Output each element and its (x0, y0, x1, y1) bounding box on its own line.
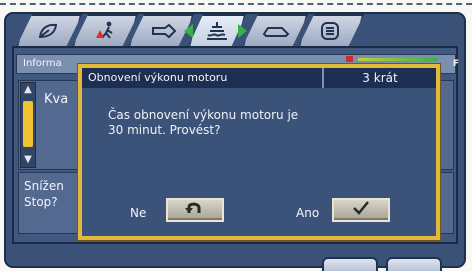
side-label: F (452, 59, 460, 69)
pedestrian-icon (92, 19, 120, 43)
left-arrow-icon[interactable] (184, 24, 193, 38)
undo-icon (184, 200, 206, 220)
list-item-text[interactable]: Kva (44, 92, 68, 107)
dialog-count: 3 krát (324, 68, 436, 88)
check-icon (351, 200, 371, 220)
bottom-confirm-button[interactable] (386, 257, 442, 271)
lower-text-line1: Snížen (24, 179, 64, 193)
dialog-message: Čas obnovení výkonu motoru je 30 minut. … (108, 108, 298, 138)
engine-service-icon (203, 19, 231, 43)
bottom-undo-button[interactable] (322, 257, 378, 271)
right-arrow-icon[interactable] (238, 24, 247, 38)
scroll-up-icon[interactable]: ▲ (22, 84, 34, 96)
status-indicator-bar (358, 58, 438, 61)
no-label: Ne (130, 206, 147, 220)
dialog-message-line2: 30 minut. Provést? (108, 123, 221, 137)
yes-button[interactable] (332, 198, 390, 222)
lower-text: Snížen Stop? (24, 178, 64, 210)
scrollbar[interactable]: ▲ ▼ (20, 82, 36, 168)
car-icon (262, 19, 290, 43)
scroll-down-icon[interactable]: ▼ (22, 154, 34, 166)
leaf-icon (34, 19, 62, 43)
dialog-message-line1: Čas obnovení výkonu motoru je (108, 108, 299, 122)
lower-text-line2: Stop? (24, 195, 58, 209)
no-button[interactable] (166, 198, 224, 222)
dialog-title: Obnovení výkonu motoru (82, 68, 324, 88)
list-icon (316, 19, 344, 43)
status-indicator-red (346, 56, 353, 62)
dashed-separator (0, 3, 472, 5)
scroll-thumb[interactable] (23, 101, 33, 147)
key-icon (150, 19, 178, 43)
yes-label: Ano (296, 206, 320, 220)
